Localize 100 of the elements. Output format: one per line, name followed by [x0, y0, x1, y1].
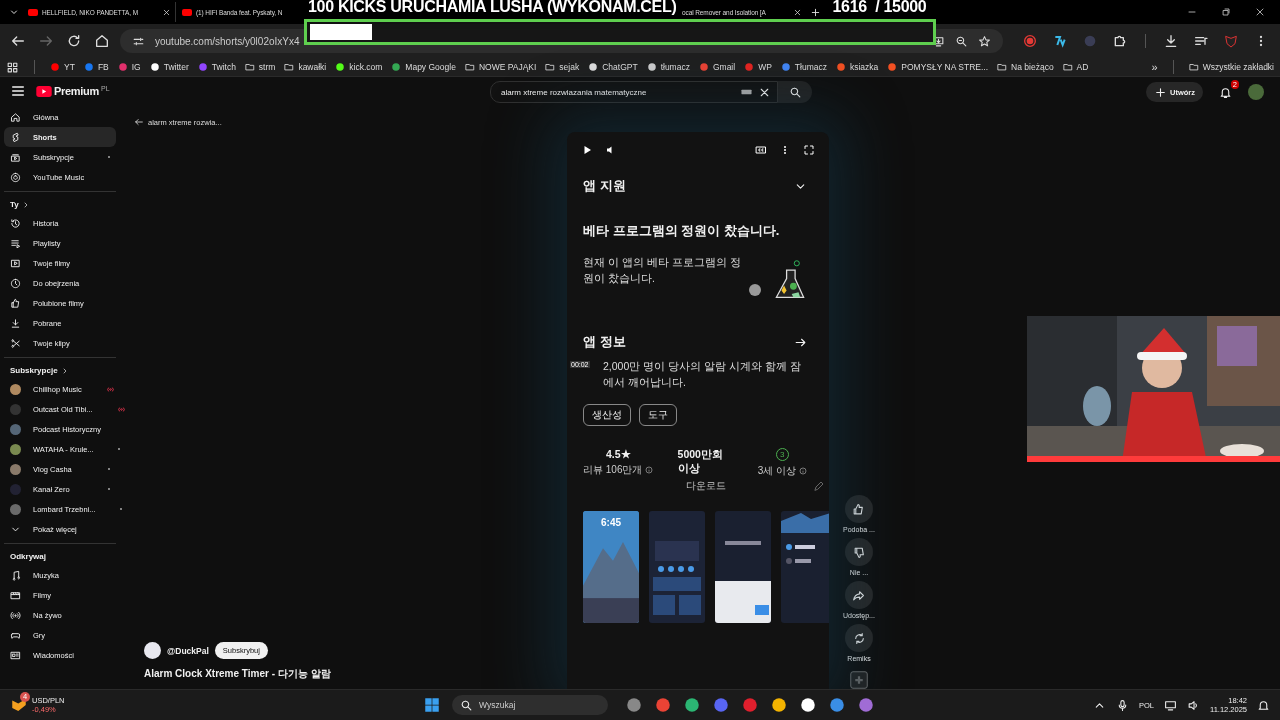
live-icon [116, 404, 126, 414]
category-chip[interactable]: 도구 [639, 404, 677, 426]
bookmark[interactable]: ChatGPT [588, 62, 638, 72]
restore-icon[interactable] [1220, 6, 1232, 18]
microphone-icon[interactable] [1116, 698, 1129, 712]
bookmark[interactable]: FB [83, 62, 109, 72]
info-icon[interactable] [645, 466, 654, 474]
star-icon[interactable] [978, 34, 991, 48]
bookmark[interactable]: strm [244, 62, 276, 72]
close-icon[interactable] [162, 7, 171, 17]
section-heading[interactable]: Subskrypcje [10, 366, 58, 375]
thumbs-up-button[interactable] [845, 495, 873, 523]
section-heading[interactable]: Ty [10, 200, 19, 209]
stat-value: 4.5★ [604, 448, 632, 460]
site-icon [335, 62, 346, 72]
thumbs-up-icon [852, 502, 866, 516]
search-icon [460, 698, 473, 712]
section-heading: Odkrywaj [10, 552, 46, 561]
bookmark[interactable]: POMYSŁY NA STRE... [887, 62, 989, 72]
site-icon [744, 62, 755, 72]
channel-avatar [10, 443, 21, 455]
bookmark[interactable]: Mapy Google [391, 62, 456, 72]
channel-avatar[interactable] [144, 642, 161, 659]
thumbs-down-button[interactable] [845, 538, 873, 566]
download-icon[interactable] [1163, 33, 1179, 49]
remix-button[interactable] [845, 624, 873, 652]
sound-thumbnail-icon[interactable] [850, 671, 868, 689]
home-icon[interactable] [94, 33, 110, 49]
site-icon [835, 62, 846, 72]
app-icon[interactable] [799, 696, 817, 714]
share-button[interactable] [845, 581, 873, 609]
overlay-counter: 1616 / 15000 [832, 0, 927, 16]
bookmark[interactable]: NOWE PAJĄKI [464, 62, 537, 72]
keyboard-icon[interactable] [741, 88, 752, 96]
profile-icon[interactable] [1223, 33, 1239, 49]
bookmark[interactable]: Twitter [149, 62, 189, 72]
zoom-icon[interactable] [955, 34, 968, 48]
pencil-icon[interactable] [813, 480, 825, 492]
bookmark[interactable]: ksiazka [835, 62, 879, 72]
bookmark[interactable]: tłumacz [646, 62, 690, 72]
puzzle-icon[interactable] [1112, 33, 1128, 49]
search-field[interactable]: alarm xtreme rozwiazania matematyczne [490, 81, 778, 103]
monitor-icon[interactable] [1164, 698, 1177, 712]
playlist-icon [10, 237, 21, 249]
bookmark[interactable]: Na bieżąco [997, 62, 1054, 72]
shorts-icon [10, 131, 21, 143]
site-icon [83, 62, 94, 72]
more-bookmarks-button[interactable]: » [1151, 61, 1158, 73]
info-icon[interactable] [799, 467, 807, 475]
speaker-icon[interactable] [1187, 698, 1200, 712]
bookmark[interactable]: Tłumacz [780, 62, 827, 72]
clock-time: 6:45 [600, 517, 622, 528]
account-avatar[interactable] [1248, 84, 1264, 100]
thumbs-up-icon [10, 297, 21, 309]
home-icon [10, 111, 21, 123]
site-icon [646, 62, 657, 72]
start-icon[interactable] [423, 696, 441, 714]
bookmark[interactable]: YT [50, 62, 75, 72]
app-icon[interactable] [770, 696, 788, 714]
plus-icon[interactable] [810, 6, 821, 18]
bookmark[interactable]: Wszystkie zakładki [1188, 62, 1274, 72]
captions-icon[interactable] [755, 144, 767, 156]
apps-icon[interactable] [6, 60, 19, 74]
thumbs-down-icon [852, 545, 866, 559]
back-icon[interactable] [10, 33, 26, 49]
close-icon[interactable] [1254, 6, 1266, 18]
bookmark[interactable]: IG [117, 62, 141, 72]
bell-icon[interactable] [1257, 698, 1270, 712]
extension-icon[interactable] [1052, 33, 1068, 49]
site-icon [117, 62, 128, 72]
search-button[interactable] [778, 81, 812, 103]
menu-icon[interactable] [10, 83, 26, 99]
forward-icon[interactable] [38, 33, 54, 49]
close-icon[interactable] [793, 7, 802, 17]
site-icon [887, 62, 898, 72]
folder-icon [1188, 62, 1199, 72]
bookmark[interactable]: WP [744, 62, 772, 72]
fullscreen-icon[interactable] [803, 144, 815, 156]
pointer-dot [749, 284, 761, 296]
bookmark[interactable]: Twitch [197, 62, 236, 72]
taskbar-search-field[interactable]: Wyszukaj [452, 695, 608, 715]
stat-value: 5000만회 이상 [677, 448, 724, 476]
bookmark[interactable]: kawałki [284, 62, 327, 72]
bookmark[interactable]: AD [1062, 62, 1089, 72]
channel-name[interactable]: @DuckPal [167, 645, 209, 656]
reload-icon[interactable] [66, 33, 82, 49]
bookmark[interactable]: sejak [545, 62, 580, 72]
app-icon[interactable] [683, 696, 701, 714]
film-icon [10, 589, 21, 601]
site-icon [197, 62, 208, 72]
bookmark[interactable]: Gmail [698, 62, 736, 72]
category-chip[interactable]: 생산성 [583, 404, 631, 426]
site-icon [391, 62, 402, 72]
record-icon[interactable] [1022, 33, 1038, 49]
plus-icon [1154, 85, 1167, 99]
folder-icon [284, 62, 295, 72]
bell-icon[interactable] [1219, 85, 1232, 99]
site-icon [698, 62, 709, 72]
bookmark[interactable]: kick.com [335, 62, 383, 72]
folder-icon [1062, 62, 1073, 72]
